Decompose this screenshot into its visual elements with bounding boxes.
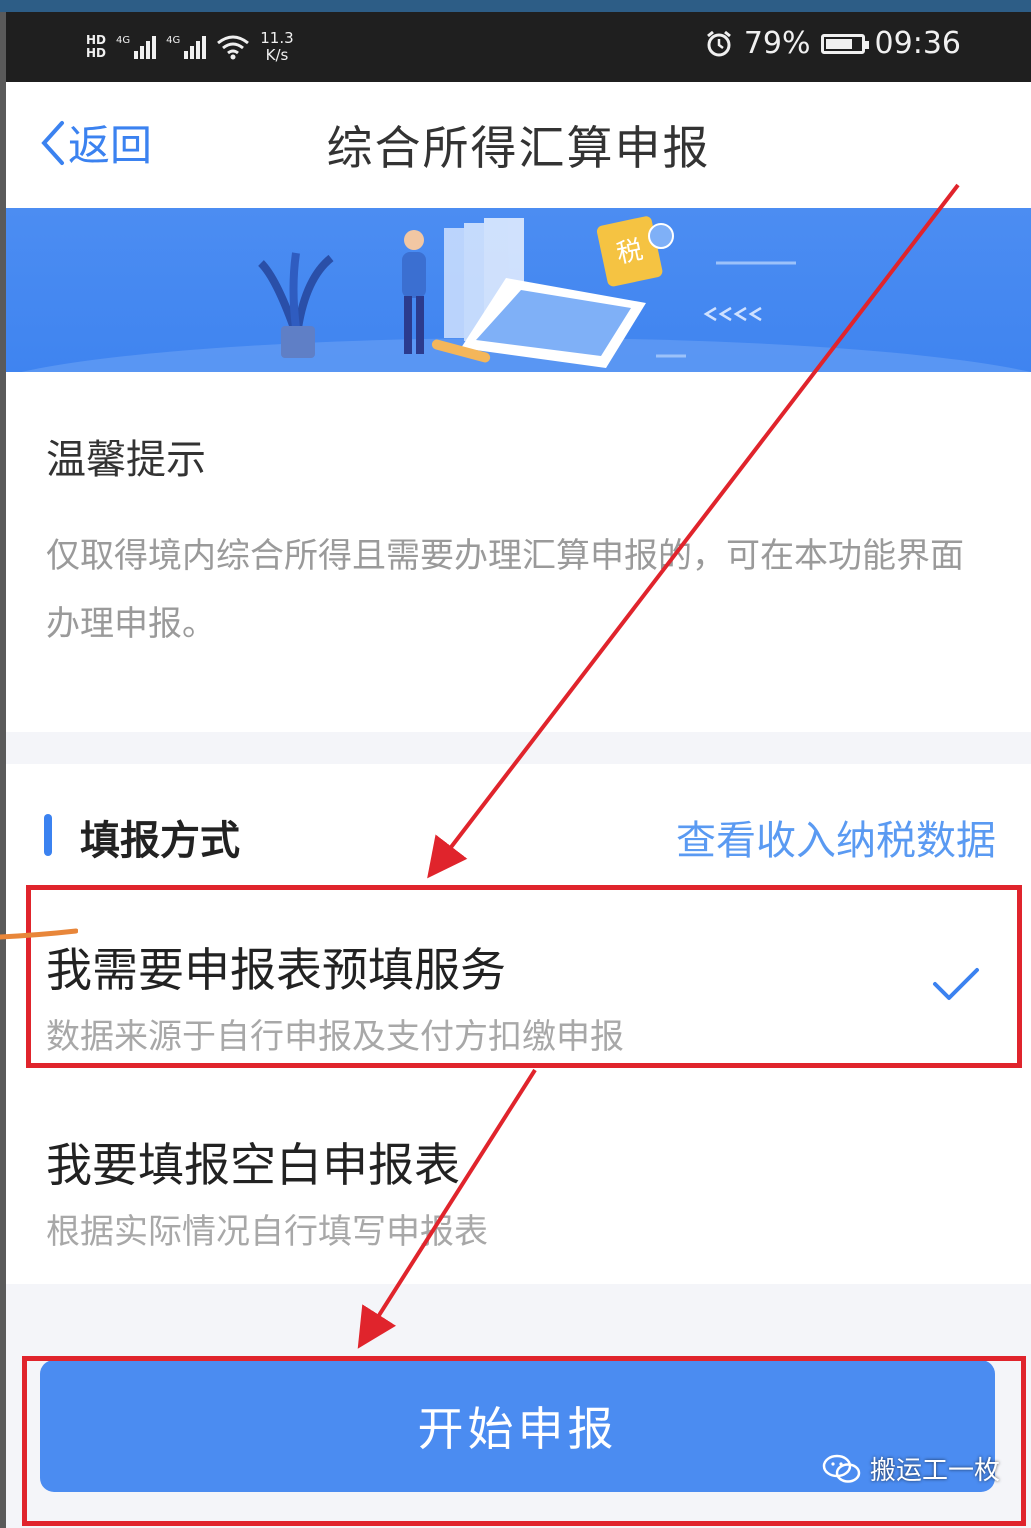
section-divider bbox=[6, 732, 1031, 764]
annotation-box-option bbox=[26, 885, 1022, 1068]
tips-text: 仅取得境内综合所得且需要办理汇算申报的，可在本功能界面办理申报。 bbox=[46, 536, 964, 644]
phone-screen: HD HD 4G 4G 11.3 K/s 79% 09:36 返回 综合所得汇算… bbox=[6, 12, 1031, 1528]
banner-artwork: 税 bbox=[21, 216, 1031, 372]
speed-value: 11.3 bbox=[260, 29, 294, 47]
fill-method-title: 填报方式 bbox=[80, 818, 240, 864]
alarm-icon bbox=[706, 30, 731, 56]
speed-unit: K/s bbox=[265, 46, 289, 64]
status-right: 79% 09:36 bbox=[704, 26, 961, 61]
orange-scribble-mark bbox=[0, 928, 78, 940]
network-speed: 11.3 K/s bbox=[260, 30, 293, 64]
banner-illustration: 税 bbox=[6, 208, 1031, 372]
section-accent-bar bbox=[44, 814, 52, 856]
arrows-left-icon bbox=[703, 306, 762, 322]
option-subtitle: 根据实际情况自行填写申报表 bbox=[46, 1212, 488, 1252]
hd-indicators: HD HD bbox=[86, 34, 106, 60]
option-title: 我要填报空白申报表 bbox=[46, 1138, 460, 1192]
annotation-box-button bbox=[22, 1356, 1026, 1526]
page-title: 综合所得汇算申报 bbox=[326, 121, 711, 175]
battery-percent: 79% bbox=[743, 26, 811, 61]
person-icon bbox=[402, 230, 426, 354]
battery-icon bbox=[820, 33, 869, 54]
nav-bar: 返回 综合所得汇算申报 bbox=[6, 82, 1031, 208]
tips-title: 温馨提示 bbox=[46, 437, 206, 483]
status-left: HD HD 4G 4G 11.3 K/s bbox=[86, 22, 294, 72]
network-type-1: 4G bbox=[116, 35, 131, 46]
tips-section: 温馨提示 仅取得境内综合所得且需要办理汇算申报的，可在本功能界面办理申报。 bbox=[6, 372, 1031, 732]
hd-label-2: HD bbox=[86, 46, 107, 60]
option-blank-form[interactable]: 我要填报空白申报表 根据实际情况自行填写申报表 bbox=[6, 1099, 1031, 1274]
view-income-tax-data-link[interactable]: 查看收入纳税数据 bbox=[676, 808, 996, 866]
signal-icon-2: 4G bbox=[166, 35, 207, 59]
signal-icon-1: 4G bbox=[116, 35, 157, 59]
network-type-2: 4G bbox=[166, 35, 181, 46]
top-edge-strip bbox=[0, 0, 1031, 12]
check-badge-icon bbox=[648, 223, 674, 249]
clock-time: 09:36 bbox=[874, 26, 961, 61]
battery-fill bbox=[825, 38, 853, 49]
fill-method-header: 填报方式 查看收入纳税数据 bbox=[6, 804, 1031, 864]
status-bar: HD HD 4G 4G 11.3 K/s 79% 09:36 bbox=[6, 12, 1031, 82]
wifi-icon bbox=[217, 35, 250, 60]
